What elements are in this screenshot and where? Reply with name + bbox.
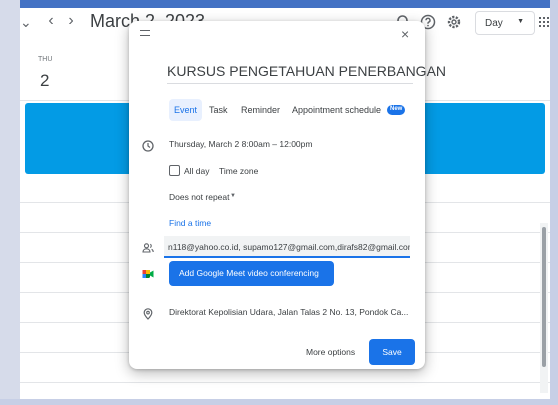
all-day-checkbox[interactable] <box>169 165 180 176</box>
event-dialog: × KURSUS PENGETAHUAN PENERBANGAN Event T… <box>129 21 446 369</box>
view-select-label: Day <box>485 18 503 29</box>
find-a-time-link[interactable]: Find a time <box>169 218 211 228</box>
event-datetime[interactable]: Thursday, March 2 8:00am – 12:00pm <box>169 139 312 149</box>
view-select[interactable]: Day ▼ <box>475 11 535 35</box>
google-meet-icon <box>142 267 154 279</box>
grid-line <box>20 382 550 383</box>
location-field[interactable]: Direktorat Kepolisian Udara, Jalan Talas… <box>169 307 408 317</box>
new-badge: New <box>387 105 406 115</box>
apps-grid-icon[interactable] <box>539 17 549 27</box>
location-pin-icon <box>142 307 154 320</box>
weekday-label: THU <box>38 56 53 63</box>
day-number[interactable]: 2 <box>40 71 49 91</box>
more-options-button[interactable]: More options <box>306 347 355 357</box>
dropdown-caret-icon: ▼ <box>517 18 524 25</box>
clock-icon <box>142 139 154 152</box>
guests-input[interactable]: n118@yahoo.co.id, supamo127@gmail.com,di… <box>164 236 410 258</box>
tab-task[interactable]: Task <box>204 99 233 121</box>
guests-icon <box>142 241 154 253</box>
drag-handle-icon[interactable] <box>140 30 150 36</box>
right-border <box>550 0 558 405</box>
next-day-button[interactable]: › <box>62 12 80 30</box>
add-meet-button[interactable]: Add Google Meet video conferencing <box>169 261 334 286</box>
all-day-label: All day <box>184 166 210 176</box>
settings-gear-icon[interactable] <box>446 14 464 32</box>
event-title-input[interactable]: KURSUS PENGETAHUAN PENERBANGAN <box>167 58 446 84</box>
left-panel <box>0 0 20 405</box>
repeat-select[interactable]: Does not repeat <box>169 192 229 202</box>
time-zone-link[interactable]: Time zone <box>219 166 258 176</box>
tab-reminder[interactable]: Reminder <box>236 99 285 121</box>
dropdown-caret-icon: ▼ <box>230 193 236 199</box>
scrollbar-thumb[interactable] <box>542 227 546 367</box>
bottom-border <box>0 399 558 405</box>
window-top-border <box>0 0 558 8</box>
tab-appointment-schedule[interactable]: Appointment schedule <box>287 99 386 121</box>
close-icon[interactable]: × <box>401 26 409 42</box>
save-button[interactable]: Save <box>369 339 415 365</box>
collapsed-chevron-icon: ⌄ <box>20 14 32 30</box>
tab-event[interactable]: Event <box>169 99 203 121</box>
previous-day-button[interactable]: ‹ <box>42 12 60 30</box>
